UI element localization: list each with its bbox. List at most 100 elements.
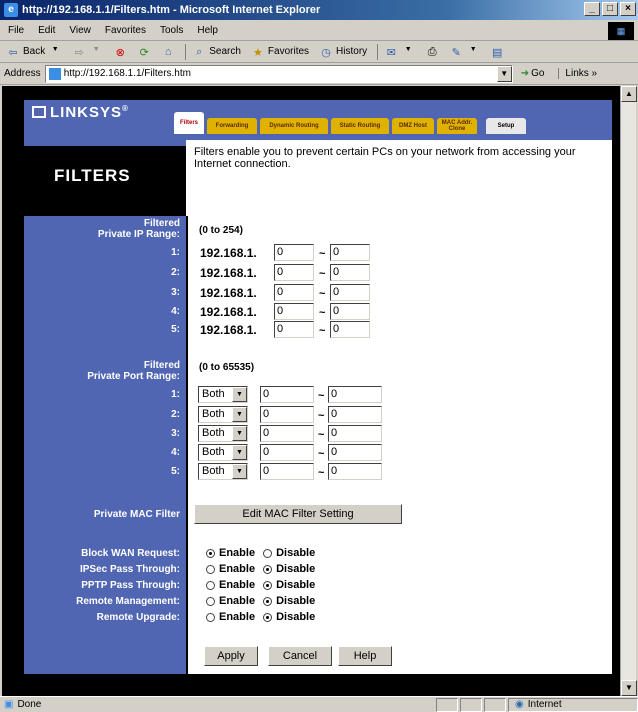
address-dropdown-button[interactable]: ▼ xyxy=(496,65,512,82)
tab-mac-addr-clone[interactable]: MAC Addr. Clone xyxy=(437,118,477,134)
apply-button[interactable]: Apply xyxy=(204,646,258,666)
remote-management-label: Remote Management: xyxy=(76,596,180,607)
port-from-input-2[interactable]: 0 xyxy=(260,406,314,423)
search-button[interactable]: ⌕ Search xyxy=(192,46,241,58)
protocol-select-3[interactable]: Both ▼ xyxy=(198,425,248,442)
tab-dmz-host[interactable]: DMZ Host xyxy=(392,118,434,134)
ipsec-disable-radio[interactable]: Disable xyxy=(263,563,315,575)
forward-button[interactable]: ⇨ ▼ xyxy=(72,46,103,59)
port-row-number: 2: xyxy=(171,409,180,420)
edit-button[interactable]: ✎ ▼ xyxy=(449,45,480,59)
protocol-select-1[interactable]: Both ▼ xyxy=(198,386,248,403)
chevron-down-icon: ▼ xyxy=(469,45,477,53)
ip-from-input-5[interactable]: 0 xyxy=(274,321,314,338)
port-to-input-1[interactable]: 0 xyxy=(328,386,382,403)
tab-static-routing[interactable]: Static Routing xyxy=(331,118,389,134)
scroll-down-icon[interactable]: ▼ xyxy=(621,680,637,696)
mail-button[interactable]: ✉ ▼ xyxy=(384,45,415,59)
footer-strip xyxy=(24,674,612,696)
ip-to-input-5[interactable]: 0 xyxy=(330,321,370,338)
port-to-input-4[interactable]: 0 xyxy=(328,444,382,461)
port-to-input-5[interactable]: 0 xyxy=(328,463,382,480)
port-from-input-4[interactable]: 0 xyxy=(260,444,314,461)
cancel-button[interactable]: Cancel xyxy=(268,646,332,666)
ipsec-label: IPSec Pass Through: xyxy=(79,564,180,575)
protocol-select-5[interactable]: Both ▼ xyxy=(198,463,248,480)
home-button[interactable]: ⌂ xyxy=(161,46,175,58)
ip-from-input-1[interactable]: 0 xyxy=(274,244,314,261)
remote-management-enable-radio[interactable]: Enable xyxy=(206,595,255,607)
ip-to-input-1[interactable]: 0 xyxy=(330,244,370,261)
links-button[interactable]: Links » xyxy=(558,68,597,79)
status-cell xyxy=(436,697,458,712)
radio-selected-icon xyxy=(263,596,273,606)
remote-management-disable-radio[interactable]: Disable xyxy=(263,595,315,607)
protocol-select-4[interactable]: Both ▼ xyxy=(198,444,248,461)
security-zone: ◉ Internet xyxy=(508,697,638,712)
ip-from-input-4[interactable]: 0 xyxy=(274,303,314,320)
ipsec-enable-radio[interactable]: Enable xyxy=(206,563,255,575)
window-controls: _ □ × xyxy=(584,2,636,16)
help-button[interactable]: Help xyxy=(338,646,392,666)
menu-help[interactable]: Help xyxy=(197,25,218,36)
go-button[interactable]: ➔ Go xyxy=(521,68,545,79)
radio-selected-icon xyxy=(263,564,273,574)
menu-favorites[interactable]: Favorites xyxy=(105,25,146,36)
stop-button[interactable]: ⊗ xyxy=(113,46,127,59)
ip-from-input-2[interactable]: 0 xyxy=(274,264,314,281)
vertical-scrollbar[interactable]: ▲ ▼ xyxy=(620,86,637,696)
block-wan-enable-radio[interactable]: Enable xyxy=(206,547,255,559)
back-button[interactable]: ⇦ Back ▼ xyxy=(6,46,62,59)
port-from-input-5[interactable]: 0 xyxy=(260,463,314,480)
range-separator: ~ xyxy=(319,288,326,300)
pptp-disable-radio[interactable]: Disable xyxy=(263,579,315,591)
range-separator: ~ xyxy=(318,390,325,402)
tab-setup[interactable]: Setup xyxy=(486,118,526,134)
remote-upgrade-enable-radio[interactable]: Enable xyxy=(206,611,255,623)
ip-from-input-3[interactable]: 0 xyxy=(274,284,314,301)
pptp-enable-radio[interactable]: Enable xyxy=(206,579,255,591)
ip-to-input-3[interactable]: 0 xyxy=(330,284,370,301)
port-from-input-3[interactable]: 0 xyxy=(260,425,314,442)
ip-to-input-4[interactable]: 0 xyxy=(330,303,370,320)
page-done-icon: ▣ xyxy=(4,699,14,710)
range-separator: ~ xyxy=(319,268,326,280)
remote-upgrade-disable-radio[interactable]: Disable xyxy=(263,611,315,623)
remote-management-radio-group: Enable Disable xyxy=(206,595,323,607)
address-input[interactable]: http://192.168.1.1/Filters.htm ▼ xyxy=(44,64,513,83)
port-to-input-3[interactable]: 0 xyxy=(328,425,382,442)
maximize-button[interactable]: □ xyxy=(602,2,618,16)
tab-forwarding[interactable]: Forwarding xyxy=(207,118,257,134)
disable-label: Disable xyxy=(276,595,316,607)
chevron-down-icon: ▼ xyxy=(404,45,412,53)
menu-edit[interactable]: Edit xyxy=(38,25,55,36)
chevron-down-icon: ▼ xyxy=(232,407,247,422)
globe-icon: ◉ xyxy=(515,699,524,710)
tab-dynamic-routing[interactable]: Dynamic Routing xyxy=(260,118,328,134)
scroll-up-icon[interactable]: ▲ xyxy=(621,86,637,102)
protocol-value: Both xyxy=(202,408,225,420)
protocol-value: Both xyxy=(202,446,225,458)
protocol-select-2[interactable]: Both ▼ xyxy=(198,406,248,423)
menu-tools[interactable]: Tools xyxy=(160,25,183,36)
ip-prefix: 192.168.1. xyxy=(200,305,257,319)
discuss-button[interactable]: ▤ xyxy=(490,46,504,59)
favorites-button[interactable]: ★ Favorites xyxy=(251,46,309,59)
close-button[interactable]: × xyxy=(620,2,636,16)
tab-filters[interactable]: Filters xyxy=(174,112,204,134)
block-wan-disable-radio[interactable]: Disable xyxy=(263,547,315,559)
history-icon: ◷ xyxy=(321,46,331,59)
menu-view[interactable]: View xyxy=(69,25,91,36)
disable-label: Disable xyxy=(276,611,316,623)
protocol-value: Both xyxy=(202,388,225,400)
refresh-button[interactable]: ⟳ xyxy=(137,46,151,59)
minimize-button[interactable]: _ xyxy=(584,2,600,16)
port-to-input-2[interactable]: 0 xyxy=(328,406,382,423)
menu-file[interactable]: File xyxy=(8,25,24,36)
radio-icon xyxy=(206,612,215,622)
ip-to-input-2[interactable]: 0 xyxy=(330,264,370,281)
history-button[interactable]: ◷ History xyxy=(319,46,367,59)
port-from-input-1[interactable]: 0 xyxy=(260,386,314,403)
print-button[interactable]: ⎙ xyxy=(425,46,439,58)
edit-mac-filter-button[interactable]: Edit MAC Filter Setting xyxy=(194,504,402,524)
